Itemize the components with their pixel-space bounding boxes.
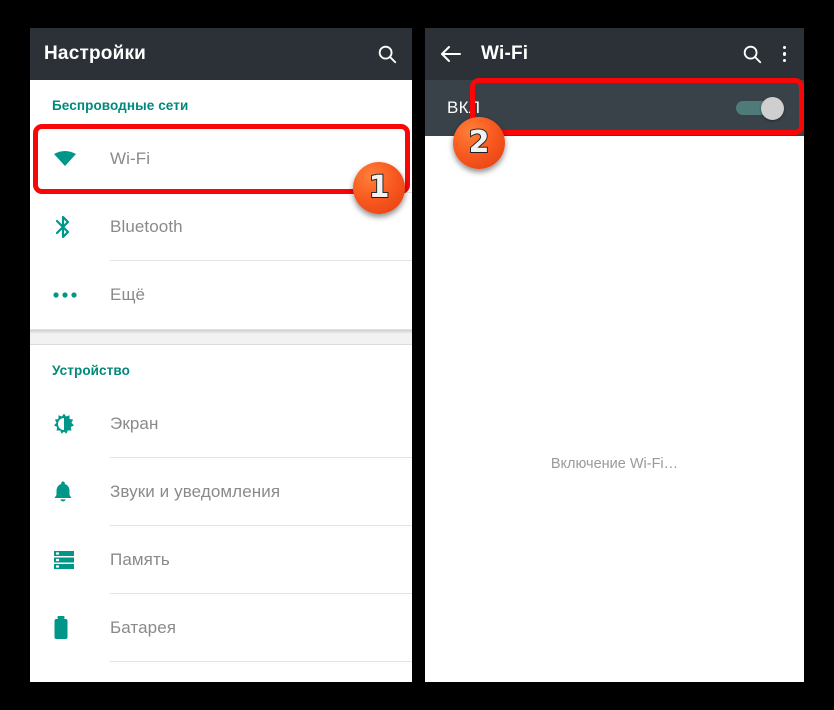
storage-icon bbox=[52, 548, 110, 572]
step-badge-number: 1 bbox=[368, 170, 391, 205]
settings-row-sound[interactable]: Звуки и уведомления bbox=[30, 458, 412, 526]
settings-appbar: Настройки bbox=[30, 28, 412, 80]
settings-row-display[interactable]: Экран bbox=[30, 390, 412, 458]
search-icon[interactable] bbox=[376, 43, 398, 65]
wifi-status-text: Включение Wi-Fi… bbox=[550, 456, 679, 472]
settings-row-label: Bluetooth bbox=[110, 217, 183, 236]
page-title: Настройки bbox=[44, 43, 147, 64]
wifi-icon bbox=[52, 149, 110, 169]
settings-row-battery[interactable]: Батарея bbox=[30, 594, 412, 662]
back-arrow-icon[interactable] bbox=[439, 44, 463, 64]
section-header-wireless: Беспроводные сети bbox=[52, 98, 189, 113]
bell-icon bbox=[52, 480, 110, 504]
settings-row-label: Батарея bbox=[110, 618, 177, 637]
section-header-device: Устройство bbox=[52, 363, 130, 378]
switch-thumb bbox=[761, 97, 784, 120]
search-icon[interactable] bbox=[741, 43, 763, 65]
wifi-toggle-label: ВКЛ bbox=[447, 98, 481, 117]
brightness-icon bbox=[52, 412, 110, 436]
settings-row-apps[interactable]: Приложения bbox=[30, 662, 412, 682]
step-badge-2: 2 bbox=[453, 117, 505, 169]
settings-row-storage[interactable]: Память bbox=[30, 526, 412, 594]
settings-row-label: Экран bbox=[110, 414, 159, 433]
settings-row-more[interactable]: Ещё bbox=[30, 261, 412, 329]
wifi-network-list: Включение Wi-Fi… bbox=[425, 136, 804, 682]
settings-row-label: Звуки и уведомления bbox=[110, 482, 281, 501]
settings-row-label: Память bbox=[110, 550, 170, 569]
page-title: Wi-Fi bbox=[481, 43, 529, 64]
wifi-toggle-switch[interactable] bbox=[736, 97, 784, 120]
step-badge-1: 1 bbox=[353, 162, 405, 214]
settings-row-bluetooth[interactable]: Bluetooth bbox=[30, 193, 412, 261]
bluetooth-icon bbox=[52, 214, 110, 240]
settings-row-label: Ещё bbox=[110, 285, 146, 304]
section-separator bbox=[30, 329, 412, 345]
more-vertical-icon[interactable] bbox=[779, 44, 791, 65]
wifi-appbar: Wi-Fi bbox=[425, 28, 804, 80]
more-horizontal-icon bbox=[52, 291, 110, 299]
settings-row-label: Wi-Fi bbox=[110, 149, 151, 168]
step-badge-number: 2 bbox=[468, 125, 491, 160]
battery-icon bbox=[52, 615, 110, 641]
settings-panel: Настройки Беспроводные сети Wi-Fi Blueto… bbox=[30, 28, 412, 682]
